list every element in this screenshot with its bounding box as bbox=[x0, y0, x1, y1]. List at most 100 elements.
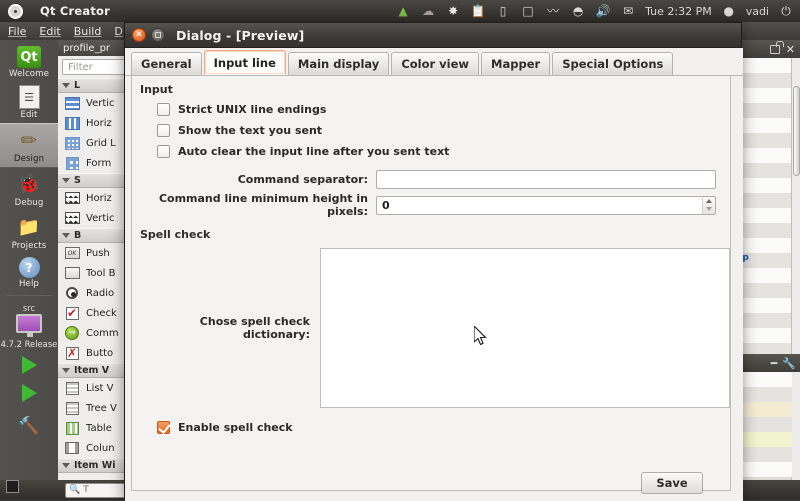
tab-general[interactable]: General bbox=[131, 52, 202, 75]
save-button[interactable]: Save bbox=[641, 472, 703, 494]
tab-special-options[interactable]: Special Options bbox=[552, 52, 674, 75]
close-icon[interactable]: ✕ bbox=[786, 43, 795, 56]
battery-icon[interactable]: ▯ bbox=[495, 3, 511, 19]
search-input[interactable]: 🔍 T bbox=[65, 482, 129, 498]
widget-item-label: Grid L bbox=[86, 137, 116, 149]
spinbox-buttons[interactable] bbox=[702, 195, 716, 215]
design-brush-icon: ✏ bbox=[20, 128, 38, 152]
spinner-up-icon[interactable] bbox=[703, 197, 715, 206]
mode-item-welcome[interactable]: Qt Welcome bbox=[0, 43, 58, 82]
table-view-icon bbox=[64, 421, 80, 435]
tab-color-view[interactable]: Color view bbox=[391, 52, 480, 75]
scrollbar-thumb[interactable] bbox=[793, 86, 800, 176]
package-icon[interactable]: ✸ bbox=[445, 3, 461, 19]
widget-item-label: Check bbox=[86, 307, 117, 319]
widget-item-label: Comm bbox=[86, 327, 119, 339]
system-tray: ▲ ☁ ✸ 📋 ▯ □ 〰 ◓ 🔊 ✉ Tue 2:32 PM ● vadi ⏻ bbox=[395, 3, 800, 19]
mode-item-projects[interactable]: 📁 Projects bbox=[0, 211, 58, 254]
maximize-icon[interactable] bbox=[151, 28, 165, 42]
kit-project-name: src bbox=[22, 303, 36, 313]
property-editor-dock: ✕ cp ━ 🔧 bbox=[734, 40, 800, 500]
build-hammer-icon[interactable]: 🔨 bbox=[18, 416, 39, 436]
auto-clear-checkbox[interactable] bbox=[157, 145, 170, 158]
user-avatar-icon[interactable]: ● bbox=[721, 3, 737, 19]
widget-item-label: Push bbox=[86, 247, 110, 259]
mode-item-edit[interactable]: ☰ Edit bbox=[0, 82, 58, 123]
property-dock-titlebar: ✕ bbox=[735, 40, 800, 58]
dialog-titlebar[interactable]: ✕ Dialog - [Preview] bbox=[125, 23, 741, 48]
command-separator-input[interactable] bbox=[376, 169, 716, 189]
horizontal-spacer-icon bbox=[64, 191, 80, 205]
minimize-icon[interactable]: ━ bbox=[771, 357, 778, 370]
dialog-tab-bar: General Input line Main display Color vi… bbox=[125, 48, 743, 76]
clipboard-icon[interactable]: 📋 bbox=[470, 3, 486, 19]
dialog-content: General Input line Main display Color vi… bbox=[125, 48, 743, 501]
clock[interactable]: Tue 2:32 PM bbox=[645, 5, 712, 18]
run-play-icon[interactable] bbox=[21, 356, 37, 374]
lock-icon[interactable] bbox=[769, 40, 784, 54]
auto-clear-label: Auto clear the input line after you sent… bbox=[178, 145, 450, 158]
dictionary-list[interactable] bbox=[320, 248, 730, 408]
cloud-sync-icon[interactable]: ☁ bbox=[420, 3, 436, 19]
enable-spell-check-checkbox[interactable] bbox=[157, 421, 170, 434]
sidebar-toggle-icon[interactable] bbox=[6, 480, 19, 493]
mail-icon[interactable]: ✉ bbox=[620, 3, 636, 19]
widget-item-label: List V bbox=[86, 382, 114, 394]
tab-input-line[interactable]: Input line bbox=[203, 50, 286, 75]
edit-document-icon: ☰ bbox=[18, 85, 40, 109]
menu-build[interactable]: Build bbox=[74, 25, 102, 38]
help-question-icon: ? bbox=[18, 257, 40, 278]
spinner-down-icon[interactable] bbox=[703, 205, 715, 214]
mode-label-help: Help bbox=[19, 279, 39, 289]
show-text-sent-label: Show the text you sent bbox=[178, 124, 323, 137]
volume-icon[interactable]: 🔊 bbox=[595, 3, 611, 19]
radio-button-icon bbox=[64, 286, 80, 300]
widget-item-label: Vertic bbox=[86, 212, 115, 224]
wrench-icon[interactable]: 🔧 bbox=[782, 357, 796, 370]
menu-edit[interactable]: Edit bbox=[39, 25, 60, 38]
strict-unix-checkbox[interactable] bbox=[157, 103, 170, 116]
tool-button-icon bbox=[64, 266, 80, 280]
qt-logo-icon: Qt bbox=[17, 46, 41, 68]
mode-item-help[interactable]: ? Help bbox=[0, 254, 58, 292]
checkbox-row-show-text-sent[interactable]: Show the text you sent bbox=[132, 120, 730, 141]
command-separator-label: Command separator: bbox=[237, 172, 368, 186]
debug-run-icon[interactable] bbox=[21, 384, 37, 402]
menu-debug[interactable]: D bbox=[114, 25, 122, 38]
kit-release-label: 4.7.2 Release bbox=[0, 339, 58, 349]
widget-group-label: L bbox=[74, 80, 81, 91]
command-link-button-icon: → bbox=[64, 326, 80, 340]
mode-item-debug[interactable]: 🐞 Debug bbox=[0, 168, 58, 211]
username-label[interactable]: vadi bbox=[746, 5, 769, 18]
list-view-icon bbox=[64, 381, 80, 395]
command-min-height-input[interactable]: 0 bbox=[376, 195, 702, 215]
property-scrollbar[interactable] bbox=[791, 58, 800, 500]
dialog-title: Dialog - [Preview] bbox=[176, 27, 305, 43]
ubuntu-logo-icon[interactable] bbox=[4, 0, 26, 22]
kit-selector[interactable]: src 4.7.2 Release bbox=[1, 303, 58, 349]
dropbox-icon[interactable]: ▲ bbox=[395, 3, 411, 19]
tab-mapper[interactable]: Mapper bbox=[481, 52, 551, 75]
widget-item-label: Radio bbox=[86, 287, 115, 299]
mode-item-design[interactable]: ✏ Design bbox=[0, 123, 58, 168]
wifi-icon[interactable]: ◓ bbox=[570, 3, 586, 19]
checkbox-row-auto-clear[interactable]: Auto clear the input line after you sent… bbox=[132, 141, 730, 162]
menu-file[interactable]: File bbox=[8, 25, 26, 38]
power-icon[interactable]: ⏻ bbox=[778, 3, 794, 19]
system-monitor-icon[interactable]: 〰 bbox=[545, 3, 561, 19]
chevron-down-icon bbox=[62, 463, 70, 468]
debug-bug-icon: 🐞 bbox=[17, 173, 41, 195]
tab-main-display[interactable]: Main display bbox=[287, 52, 390, 75]
command-min-height-spinbox[interactable]: 0 bbox=[376, 195, 716, 215]
mode-label-debug: Debug bbox=[14, 198, 44, 208]
display-icon[interactable]: □ bbox=[520, 3, 536, 19]
close-icon[interactable]: ✕ bbox=[132, 28, 146, 42]
dialog-button-bar: Save bbox=[125, 467, 743, 501]
property-value[interactable]: cp bbox=[735, 253, 792, 268]
mode-selector: Qt Welcome ☰ Edit ✏ Design 🐞 Debug 📁 Pro… bbox=[0, 40, 58, 500]
mode-label-design: Design bbox=[13, 154, 45, 164]
checkbox-row-strict-unix[interactable]: Strict UNIX line endings bbox=[132, 99, 730, 120]
enable-spell-check-row[interactable]: Enable spell check bbox=[132, 421, 730, 434]
show-text-sent-checkbox[interactable] bbox=[157, 124, 170, 137]
widget-item-label: Colun bbox=[86, 442, 115, 454]
